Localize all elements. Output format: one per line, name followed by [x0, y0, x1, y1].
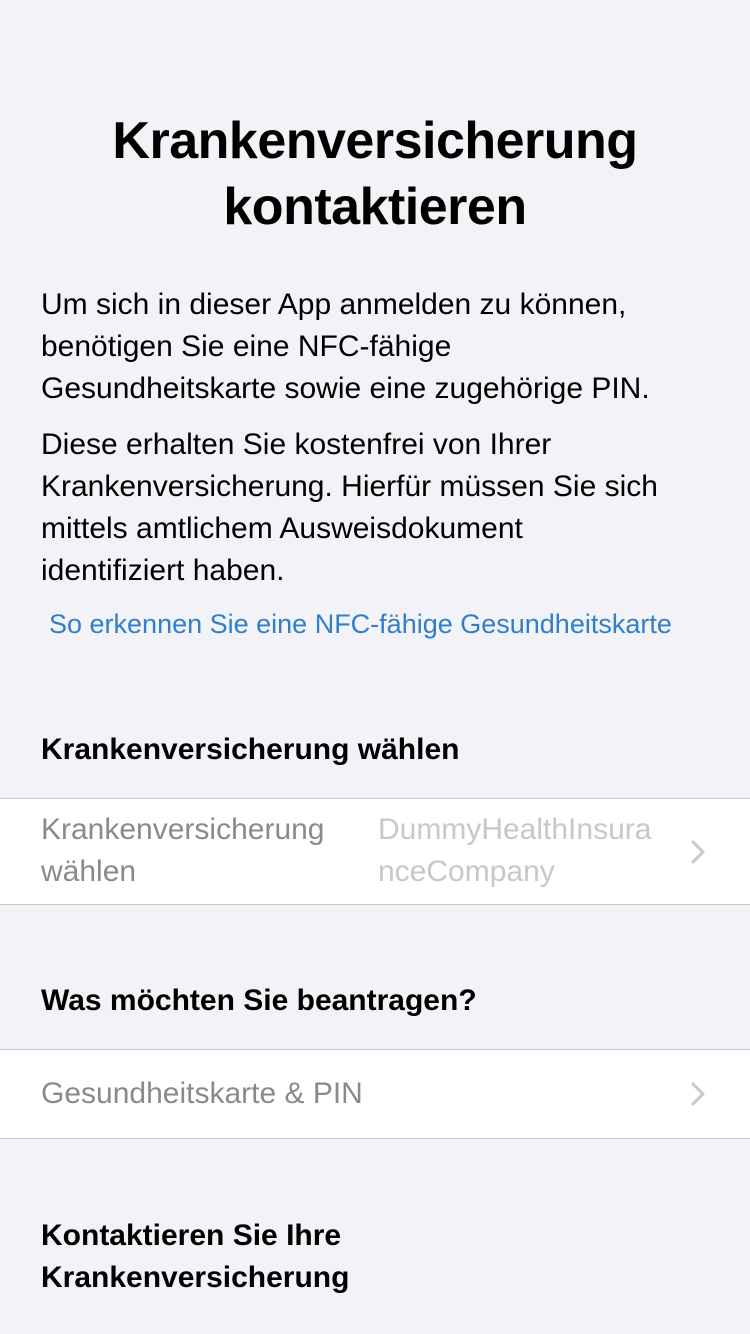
- select-insurance-cell[interactable]: Krankenversicherung wählen DummyHealthIn…: [0, 798, 750, 905]
- contact-section-header: Kontaktieren Sie Ihre Krankenversicherun…: [41, 1215, 701, 1299]
- chevron-right-icon: [691, 840, 705, 864]
- selected-insurance-value-line: nceCompany: [378, 855, 555, 888]
- intro-paragraph-2-line: identifiziert haben.: [41, 554, 285, 587]
- page-title-line-2: kontaktieren: [223, 178, 527, 236]
- select-insurance-label: Krankenversicherung wählen: [41, 809, 325, 893]
- intro-paragraph-1-line: Gesundheitskarte sowie eine zugehörige P…: [41, 372, 650, 405]
- insurance-section-header-text: Krankenversicherung wählen: [41, 733, 460, 766]
- selected-insurance-value: DummyHealthInsura nceCompany: [378, 809, 651, 893]
- contact-section-header-line: Kontaktieren Sie Ihre: [41, 1219, 342, 1252]
- nfc-card-info-link[interactable]: So erkennen Sie eine NFC-fähige Gesundhe…: [49, 604, 672, 644]
- intro-paragraph-2-line: Diese erhalten Sie kostenfrei von Ihrer: [41, 428, 552, 461]
- intro-paragraph-1-line: Um sich in dieser App anmelden zu können…: [41, 288, 627, 321]
- request-section-header-text: Was möchten Sie beantragen?: [41, 984, 477, 1017]
- request-section-header: Was möchten Sie beantragen?: [41, 980, 701, 1022]
- intro-paragraph-2-line: Krankenversicherung. Hierfür müssen Sie …: [41, 470, 658, 503]
- contact-section-header-line: Krankenversicherung: [41, 1261, 350, 1294]
- request-type-label: Gesundheitskarte & PIN: [41, 1077, 363, 1110]
- request-type-cell[interactable]: Gesundheitskarte & PIN: [0, 1049, 750, 1139]
- intro-paragraph-1: Um sich in dieser App anmelden zu können…: [41, 284, 721, 410]
- intro-paragraph-2-line: mittels amtlichem Ausweisdokument: [41, 512, 523, 545]
- select-insurance-label-line: Krankenversicherung: [41, 813, 325, 846]
- intro-paragraph-2: Diese erhalten Sie kostenfrei von Ihrer …: [41, 424, 721, 592]
- page-title: Krankenversicherung kontaktieren: [40, 108, 710, 240]
- select-insurance-label-line: wählen: [41, 855, 137, 888]
- intro-paragraph-1-line: benötigen Sie eine NFC-fähige: [41, 330, 452, 363]
- chevron-right-icon: [691, 1082, 705, 1106]
- insurance-section-header: Krankenversicherung wählen: [41, 729, 701, 771]
- selected-insurance-value-line: DummyHealthInsura: [378, 813, 652, 846]
- page-title-line-1: Krankenversicherung: [112, 112, 638, 170]
